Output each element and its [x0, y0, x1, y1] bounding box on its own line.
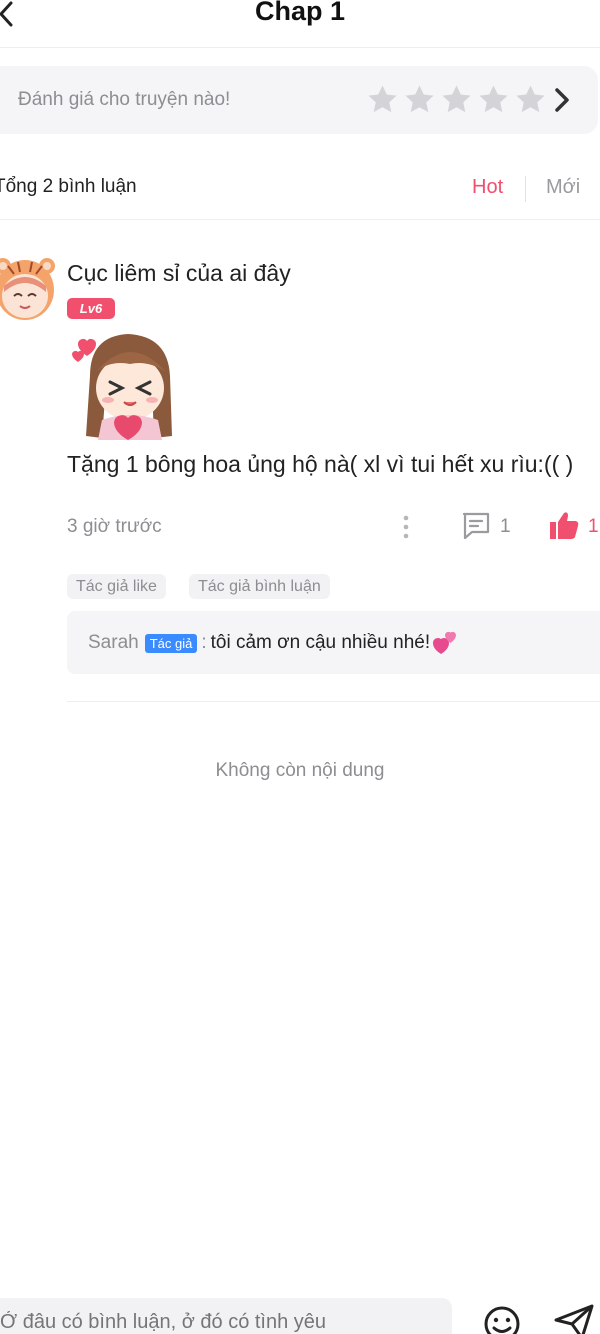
send-icon[interactable] — [552, 1302, 596, 1334]
chevron-right-icon[interactable] — [551, 85, 573, 115]
avatar[interactable] — [0, 252, 56, 322]
comment-count: Tổng 2 bình luận — [0, 176, 137, 197]
star-icon[interactable] — [514, 83, 547, 116]
reply-preview[interactable]: Sarah Tác giả : tôi cảm ơn cậu nhiều nhé… — [67, 611, 600, 674]
reply-author[interactable]: Sarah — [88, 632, 139, 654]
divider — [67, 701, 600, 702]
thumbs-up-icon — [550, 512, 579, 539]
sticker-image — [72, 334, 172, 440]
more-options-icon[interactable] — [396, 512, 416, 542]
comment-count-row: Tổng 2 bình luận Hot Mới — [0, 168, 600, 220]
reply-line: Sarah Tác giả : tôi cảm ơn cậu nhiều nhé… — [88, 631, 457, 655]
comment-time: 3 giờ trước — [67, 516, 162, 537]
comment-text: Tặng 1 bông hoa ủng hộ nà( xl vì tui hết… — [67, 451, 574, 477]
reply-separator: : — [201, 632, 207, 653]
top-bar: Chap 1 — [0, 0, 600, 48]
author-reply-tag: Tác giả bình luận — [189, 574, 330, 599]
reply-text: tôi cảm ơn cậu nhiều nhé! — [210, 632, 431, 653]
reply-count: 1 — [500, 516, 511, 537]
comment-composer — [0, 1296, 600, 1334]
star-rating[interactable] — [366, 83, 547, 116]
star-icon[interactable] — [477, 83, 510, 116]
sort-new-tab[interactable]: Mới — [546, 176, 580, 199]
rating-bar[interactable]: Đánh giá cho truyện nào! — [0, 66, 598, 134]
two-hearts-icon — [433, 631, 457, 654]
sort-hot-tab[interactable]: Hot — [472, 176, 503, 199]
star-icon[interactable] — [366, 83, 399, 116]
star-icon[interactable] — [403, 83, 436, 116]
author-badge: Tác giả — [144, 633, 198, 653]
like-count: 1 — [588, 516, 599, 537]
level-badge: Lv6 — [67, 298, 115, 319]
sort-divider — [525, 176, 526, 202]
page-title: Chap 1 — [254, 0, 346, 26]
comment-input[interactable] — [0, 1298, 452, 1334]
rating-prompt: Đánh giá cho truyện nào! — [18, 89, 231, 110]
smile-icon[interactable] — [482, 1304, 522, 1334]
star-icon[interactable] — [440, 83, 473, 116]
reply-button[interactable]: 1 — [460, 510, 524, 542]
like-button[interactable]: 1 — [548, 510, 600, 542]
comment-username[interactable]: Cục liêm sỉ của ai đây — [67, 260, 291, 287]
end-of-list-text: Không còn nội dung — [215, 760, 385, 781]
comment-bubble-icon — [462, 512, 490, 540]
author-like-tag: Tác giả like — [67, 574, 166, 599]
